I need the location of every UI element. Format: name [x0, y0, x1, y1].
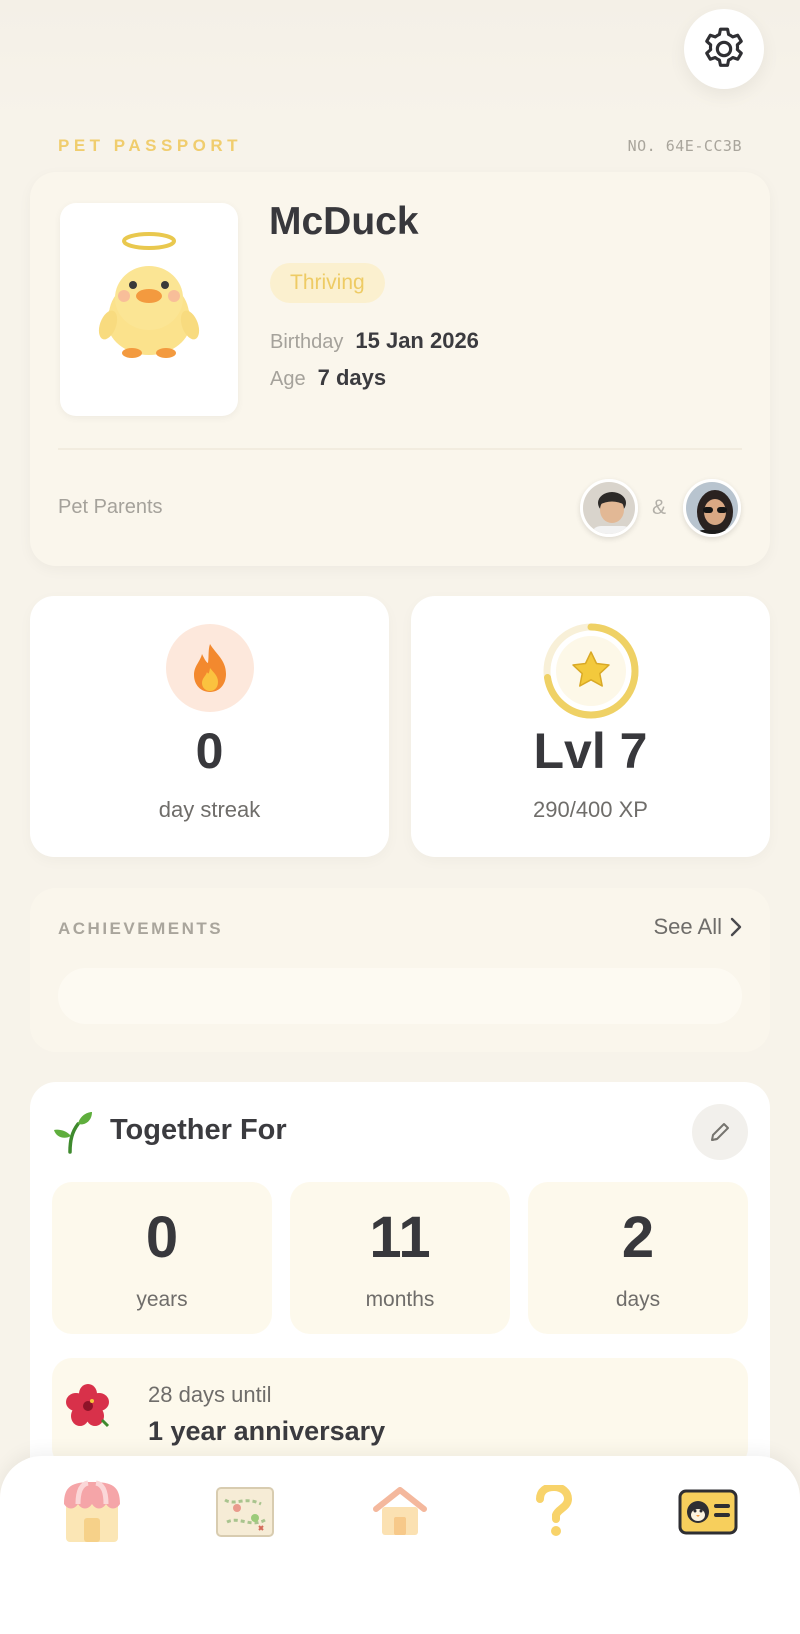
parents-separator: &: [652, 496, 667, 519]
settings-button[interactable]: [684, 9, 764, 89]
xp-progress-ring: [541, 621, 641, 721]
months-value: 11: [369, 1205, 431, 1270]
bottom-navigation: [0, 1456, 800, 1634]
achievements-title: ACHIEVEMENTS: [58, 919, 224, 938]
flame-badge: [166, 624, 254, 712]
top-fade: [0, 0, 800, 120]
birthday-row: Birthday 15 Jan 2026: [270, 328, 479, 354]
passport-card: McDuck Thriving Birthday 15 Jan 2026 Age…: [30, 172, 770, 566]
together-title: Together For: [110, 1114, 287, 1146]
days-label: days: [615, 1288, 661, 1311]
streak-label: day streak: [158, 797, 261, 822]
gear-icon: [705, 27, 743, 67]
together-card: Together For 0 years 11 months 2 days 28…: [30, 1082, 770, 1468]
status-badge: Thriving: [270, 263, 385, 303]
nav-help[interactable]: [516, 1478, 592, 1546]
pet-parents-label: Pet Parents: [58, 496, 163, 518]
flame-icon: [194, 644, 226, 692]
pet-photo: [60, 203, 238, 416]
months-box: 11 months: [290, 1182, 510, 1334]
passport-number: NO. 64E-CC3B: [627, 137, 742, 155]
person-avatar-icon: [583, 482, 635, 534]
anniversary-box: 28 days until 1 year anniversary: [52, 1358, 748, 1468]
streak-value: 0: [195, 723, 224, 779]
pet-name: McDuck: [269, 200, 419, 243]
years-label: years: [136, 1288, 188, 1311]
nav-map[interactable]: [207, 1478, 283, 1546]
passport-title: PET PASSPORT: [58, 136, 243, 155]
birthday-label: Birthday: [270, 331, 344, 353]
pencil-icon: [711, 1123, 729, 1141]
see-all-button[interactable]: See All: [654, 914, 743, 940]
achievements-card: ACHIEVEMENTS See All: [30, 888, 770, 1052]
home-icon: [373, 1487, 427, 1535]
level-card[interactable]: Lvl 7 290/400 XP: [411, 596, 770, 857]
days-box: 2 days: [528, 1182, 748, 1334]
passport-icon: [678, 1489, 738, 1535]
hibiscus-icon: [66, 1384, 110, 1428]
months-label: months: [365, 1288, 435, 1311]
duck-pet-illustration: [98, 232, 200, 358]
parent-avatar-1[interactable]: [580, 479, 638, 537]
edit-button[interactable]: [692, 1104, 748, 1160]
age-row: Age 7 days: [270, 365, 386, 391]
years-value: 0: [145, 1205, 179, 1270]
level-value: Lvl 7: [533, 723, 648, 779]
parent-avatar-2[interactable]: [683, 479, 741, 537]
nav-passport[interactable]: [670, 1478, 746, 1546]
nav-home[interactable]: [362, 1478, 438, 1546]
anniversary-milestone: 1 year anniversary: [148, 1416, 386, 1446]
person-avatar-icon: [686, 482, 738, 534]
map-icon: [216, 1487, 274, 1537]
xp-label: 290/400 XP: [533, 797, 648, 822]
sprout-icon: [54, 1112, 92, 1154]
anniversary-countdown: 28 days until: [148, 1382, 272, 1407]
achievements-list: [58, 968, 742, 1024]
birthday-value: 15 Jan 2026: [355, 328, 479, 353]
years-box: 0 years: [52, 1182, 272, 1334]
age-value: 7 days: [317, 365, 387, 390]
nav-shop[interactable]: [54, 1478, 130, 1546]
days-value: 2: [621, 1205, 655, 1270]
help-icon: [536, 1485, 573, 1536]
age-label: Age: [270, 368, 306, 390]
streak-card[interactable]: 0 day streak: [30, 596, 389, 857]
shop-icon: [64, 1480, 120, 1542]
chevron-right-icon: [730, 917, 742, 937]
see-all-label: See All: [653, 914, 723, 939]
divider: [58, 448, 742, 450]
